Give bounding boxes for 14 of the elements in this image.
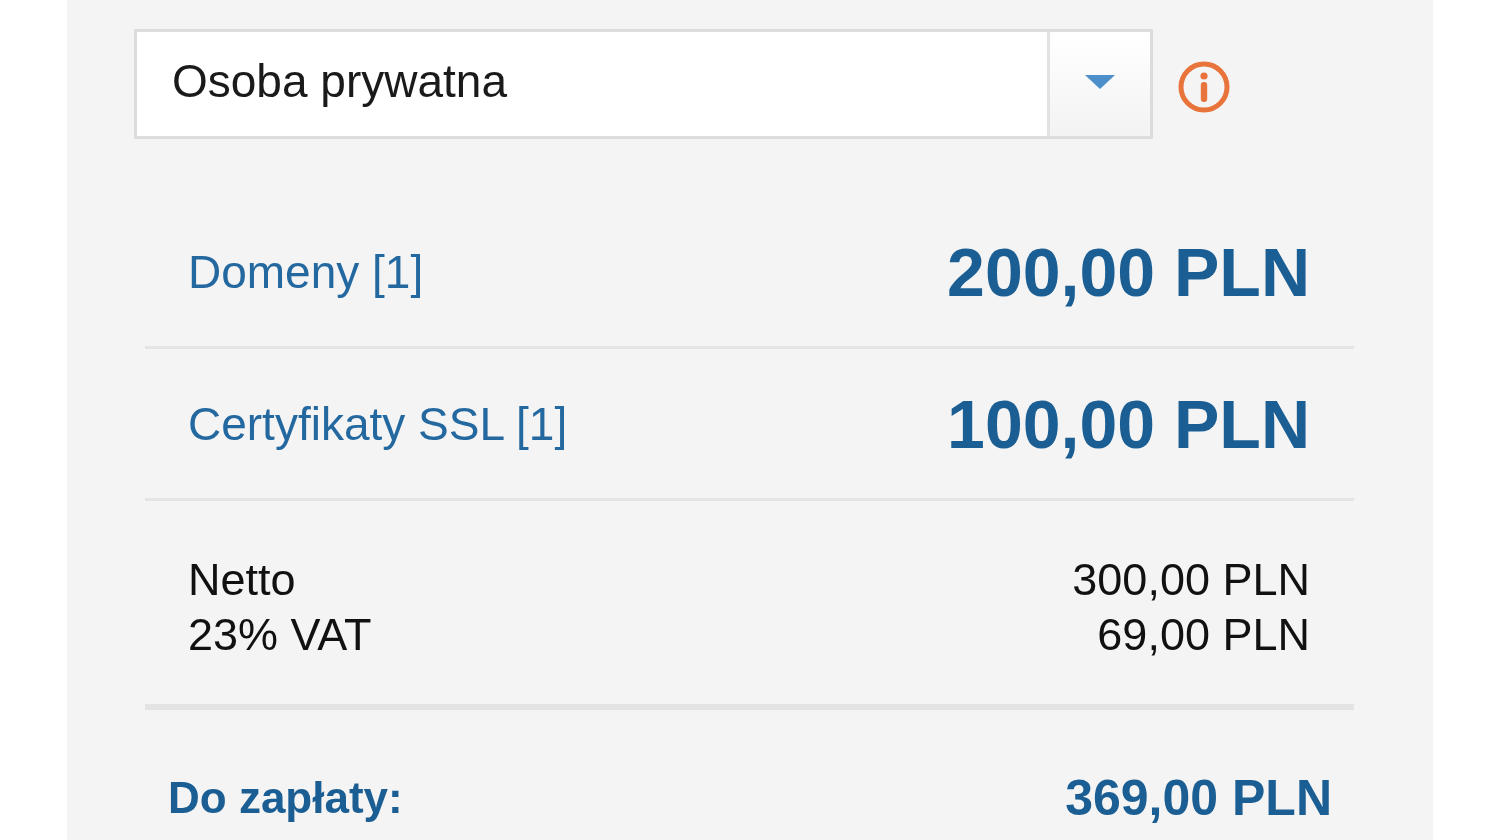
summary-label: 23% VAT [188, 608, 372, 661]
total-label: Do zapłaty: [168, 772, 403, 823]
item-price: 100,00 PLN [947, 384, 1310, 463]
item-price: 200,00 PLN [947, 232, 1310, 311]
item-label: Domeny [1] [188, 244, 424, 299]
summary-label: Netto [188, 553, 296, 606]
summary-amount: 300,00 PLN [1072, 553, 1310, 606]
dropdown-button[interactable] [1047, 32, 1150, 136]
select-field[interactable]: Osoba prywatna [134, 29, 1153, 139]
item-label: Certyfikaty SSL [1] [188, 396, 568, 451]
caret-icon [1085, 75, 1115, 89]
summary-amount: 69,00 PLN [1097, 608, 1310, 661]
info-icon[interactable] [1178, 61, 1230, 113]
total-amount: 369,00 PLN [1065, 768, 1332, 827]
